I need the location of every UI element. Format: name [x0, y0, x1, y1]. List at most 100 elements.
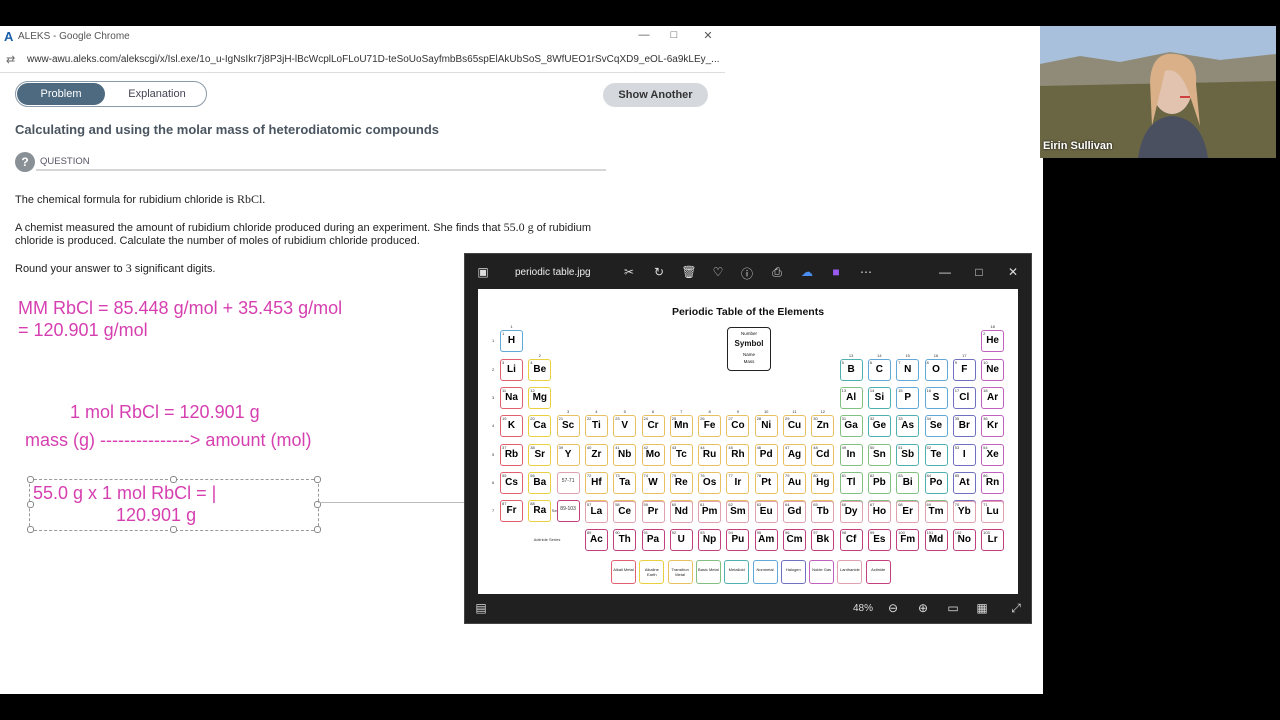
element-symbol: P [904, 391, 912, 403]
show-another-button[interactable]: Show Another [603, 83, 708, 107]
resize-handle[interactable] [27, 526, 34, 533]
element-symbol: Po [929, 476, 943, 488]
element-ac: 89 Ac [584, 529, 608, 551]
element-symbol: Br [958, 420, 970, 432]
group-number: 5 [623, 409, 626, 415]
info-icon[interactable]: ⓘ [739, 265, 755, 282]
element-symbol: Ir [734, 476, 742, 488]
resize-handle[interactable] [314, 526, 321, 533]
element-symbol: Tb [816, 506, 829, 517]
element-symbol: B [847, 363, 855, 375]
cloud-icon[interactable]: ☁ [799, 265, 815, 279]
tab-problem[interactable]: Problem [17, 83, 105, 105]
resize-handle[interactable] [27, 501, 34, 508]
crop-icon[interactable]: ✂ [621, 265, 637, 279]
element-xe: 54 Xe [981, 443, 1005, 466]
element-symbol: Xe [986, 448, 999, 460]
element-at: 85 At [952, 471, 976, 494]
element-p: 15 P [896, 386, 920, 409]
period-number: 2 [492, 366, 495, 372]
minimize-icon[interactable]: — [634, 29, 654, 41]
element-th: 90 Th [613, 529, 637, 551]
resize-handle[interactable] [314, 476, 321, 483]
element-nd: 60 Nd [669, 501, 693, 523]
note-calculation-denominator[interactable]: 120.901 g [116, 505, 196, 526]
element-symbol: Cu [787, 420, 802, 432]
element-na: 11 Na [500, 386, 523, 409]
element-cu: 29 Cu [783, 415, 806, 438]
element-symbol: Cm [786, 534, 803, 545]
element-symbol: N [904, 363, 912, 375]
period-number: 5 [492, 451, 495, 457]
key-noble: Noble Gas [809, 560, 835, 584]
delete-icon[interactable]: 🗑 [681, 265, 697, 279]
element-cr: 24 Cr [641, 415, 665, 438]
element-pr: 59 Pr [641, 501, 665, 523]
filmstrip-icon[interactable]: ▤ [473, 601, 489, 615]
element-symbol: K [507, 420, 516, 432]
maximize-icon[interactable]: □ [971, 265, 987, 279]
zoom-in-icon[interactable]: ⊕ [915, 601, 931, 615]
element-symbol: Re [674, 476, 688, 488]
note-molar-mass-result: = 120.901 g/mol [18, 320, 148, 340]
element-o: 8O [924, 358, 948, 381]
title-bar: A ALEKS - Google Chrome — □ ✕ [0, 26, 725, 48]
element-symbol: In [846, 448, 856, 460]
resize-handle[interactable] [170, 476, 177, 483]
site-info-icon[interactable]: ⇄ [6, 53, 15, 66]
element-symbol: Tm [928, 506, 944, 517]
group-number: 7 [680, 409, 683, 415]
question-paragraph-2: A chemist measured the amount of rubidiu… [15, 220, 591, 235]
element-tc: 43 Tc [669, 443, 693, 466]
element-symbol: Md [928, 534, 944, 545]
element-i: 53 I [952, 443, 976, 466]
minimize-icon[interactable]: — [937, 265, 953, 279]
group-number: 12 [820, 409, 826, 415]
resize-handle[interactable] [170, 526, 177, 533]
fit-icon[interactable]: ▭ [945, 601, 961, 615]
element-kr: 36 Kr [981, 415, 1005, 438]
element-mo: 42 Mo [641, 443, 665, 466]
element-as: 33 As [896, 415, 920, 438]
key-transition: Transition Metal [667, 560, 693, 584]
rotate-icon[interactable]: ↻ [651, 265, 667, 279]
address-bar[interactable]: ⇄ www-awu.aleks.com/alekscgi/x/Isl.exe/1… [0, 48, 725, 73]
image-icon[interactable]: ▣ [475, 265, 491, 279]
zoom-out-icon[interactable]: ⊖ [885, 601, 901, 615]
element-he: 2 He [981, 330, 1005, 353]
fullscreen-icon[interactable]: ⤢ [1008, 601, 1024, 616]
more-icon[interactable]: ⋯ [858, 265, 874, 279]
group-number: 10 [763, 409, 769, 415]
maximize-icon[interactable]: □ [664, 29, 684, 41]
close-icon[interactable]: ✕ [1005, 265, 1021, 279]
element-symbol: U [677, 534, 685, 545]
element-symbol: Fe [703, 420, 716, 432]
key-actinide: Actinide [865, 560, 891, 584]
resize-handle[interactable] [27, 476, 34, 483]
element-number: 89-103 [560, 506, 576, 513]
actual-size-icon[interactable]: ▦ [974, 601, 990, 615]
print-icon[interactable]: ⎙ [769, 265, 785, 280]
element-symbol: Pd [759, 448, 773, 460]
element-symbol: O [932, 363, 940, 375]
element-symbol: He [986, 335, 999, 347]
close-icon[interactable]: ✕ [698, 29, 718, 42]
element-symbol: Hg [816, 476, 830, 488]
tab-explanation[interactable]: Explanation [112, 83, 202, 105]
element-symbol: Dy [844, 506, 858, 517]
element-se: 34 Se [924, 415, 948, 438]
legend-name: Name [742, 352, 755, 357]
element-pb: 82 Pb [867, 471, 891, 494]
element-fr: 87 Fr [500, 500, 523, 523]
element-symbol: Ra [533, 505, 547, 517]
element-symbol: Al [846, 391, 857, 403]
edit-icon[interactable]: ■ [828, 265, 844, 279]
note-calculation[interactable]: 55.0 g x 1 mol RbCl = | [33, 483, 216, 504]
element-po: 84 Po [924, 471, 948, 494]
group-number: 11 [792, 409, 797, 415]
url-text[interactable]: www-awu.aleks.com/alekscgi/x/Isl.exe/1o_… [27, 54, 720, 65]
webcam-person-image [1040, 26, 1276, 158]
element-symbol: S [932, 391, 940, 403]
favorite-icon[interactable]: ♡ [710, 265, 726, 279]
element-bi: 83 Bi [896, 471, 920, 494]
